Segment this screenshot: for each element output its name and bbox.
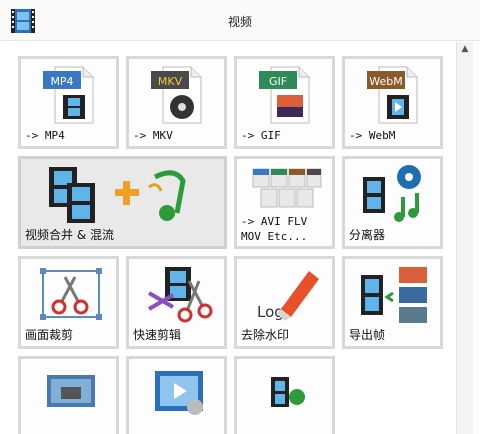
convert-other-formats-tile[interactable]: -> AVI FLV MOV Etc... <box>234 156 335 249</box>
merge-film-music-icon <box>49 167 186 223</box>
convert-to-webm-tile[interactable]: WebM -> WebM <box>342 56 443 149</box>
format-files-icon <box>252 168 322 208</box>
tile-label: 画面裁剪 <box>25 328 74 342</box>
title-bar: 视频 <box>0 0 480 41</box>
tool-tile-row4-3[interactable] <box>234 356 335 434</box>
tile-label: -> MP4 <box>25 129 65 142</box>
tile-label: -> MKV <box>133 129 173 142</box>
quick-cut-icon <box>147 267 213 323</box>
svg-text:MP4: MP4 <box>50 75 73 88</box>
convert-to-mp4-tile[interactable]: MP4 -> MP4 <box>18 56 119 149</box>
crop-tile[interactable]: 画面裁剪 <box>18 256 119 349</box>
quick-cut-tile[interactable]: 快速剪辑 <box>126 256 227 349</box>
svg-text:MKV: MKV <box>158 75 183 88</box>
merge-and-mux-tile[interactable]: 视频合并 & 混流 <box>18 156 227 249</box>
crop-scissors-icon <box>40 268 102 320</box>
tool-tile-row4-1[interactable] <box>18 356 119 434</box>
export-frames-icon <box>361 267 427 323</box>
gif-file-icon: GIF <box>259 66 310 124</box>
video-play-icon <box>155 371 203 415</box>
tile-label: 分离器 <box>349 228 386 242</box>
svg-text:GIF: GIF <box>269 75 287 88</box>
remove-watermark-tile[interactable]: Logo 去除水印 <box>234 256 335 349</box>
vertical-scrollbar[interactable]: ▲ <box>456 42 473 434</box>
mkv-file-icon: MKV <box>151 66 202 124</box>
export-frames-tile[interactable]: 导出帧 <box>342 256 443 349</box>
tile-label: 导出帧 <box>349 328 386 342</box>
mp4-file-icon: MP4 <box>43 66 94 124</box>
convert-to-gif-tile[interactable]: GIF -> GIF <box>234 56 335 149</box>
video-download-icon <box>271 377 305 407</box>
tile-label: -> GIF <box>241 129 281 142</box>
scroll-up-arrow-icon[interactable]: ▲ <box>457 42 473 56</box>
window-title: 视频 <box>227 15 252 29</box>
tile-label: 去除水印 <box>241 328 290 342</box>
tile-label: 快速剪辑 <box>133 328 182 342</box>
eraser-icon: Logo <box>257 271 319 321</box>
splitter-icon <box>363 165 421 222</box>
tile-label: -> WebM <box>349 129 396 142</box>
tile-label: 视频合并 & 混流 <box>25 228 114 242</box>
svg-text:WebM: WebM <box>369 75 402 88</box>
tile-label: -> AVI FLV MOV Etc... <box>241 215 308 243</box>
splitter-tile[interactable]: 分离器 <box>342 156 443 249</box>
convert-to-mkv-tile[interactable]: MKV -> MKV <box>126 56 227 149</box>
webm-file-icon: WebM <box>367 66 418 124</box>
screen-capture-icon <box>47 375 95 407</box>
tool-grid: MP4 -> MP4 MKV -> MKV GIF -> GIF WebM ->… <box>8 42 454 434</box>
tool-tile-row4-2[interactable] <box>126 356 227 434</box>
